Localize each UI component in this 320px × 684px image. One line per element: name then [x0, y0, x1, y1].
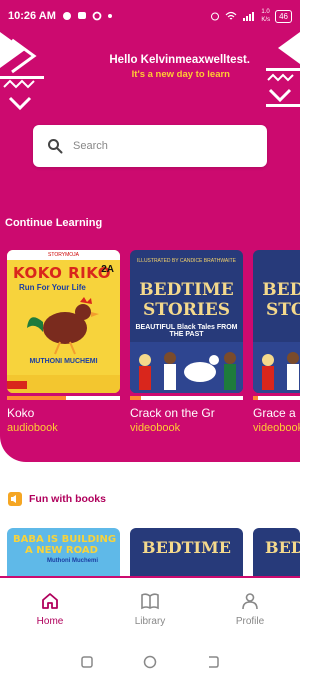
home-icon [42, 593, 58, 609]
alarm-icon [211, 12, 220, 21]
tribal-pattern-left-icon [0, 32, 44, 111]
library-icon [141, 593, 159, 610]
notification-icons [62, 11, 113, 21]
book-cover-bedtime-2[interactable]: BEDTIME STORIES [253, 250, 300, 393]
cover-author: Muthoni Muchemi [47, 558, 98, 564]
progress-fill [130, 396, 142, 400]
cover-subtitle: BEAUTIFUL Black Tales FROM THE PAST [135, 324, 238, 338]
cover-title-line1: BEDTIME [139, 280, 234, 300]
status-time: 10:26 AM [8, 10, 56, 22]
search-input[interactable]: Search [33, 125, 267, 167]
system-nav [0, 640, 300, 684]
home-system-icon[interactable] [143, 655, 157, 669]
wifi-icon [225, 11, 237, 20]
nav-library[interactable]: Library [100, 578, 200, 638]
cover-publisher: STORYMOJA [7, 250, 120, 260]
continue-learning-title: Continue Learning [5, 217, 103, 229]
dot-icon [107, 14, 112, 18]
book-card-grace[interactable]: BEDTIME STORIES Grace a videobook [253, 250, 300, 434]
nav-profile[interactable]: Profile [200, 578, 300, 638]
characters-illustration-icon [253, 342, 300, 393]
book-thumb-bedtime[interactable]: BEDTIME [130, 528, 243, 578]
search-placeholder: Search [73, 140, 108, 152]
book-cover-bedtime[interactable]: ILLUSTRATED BY CANDICE BRATHWAITE BEDTIM… [130, 250, 243, 393]
signal-icon [243, 12, 255, 21]
status-bar: 10:26 AM 1.0 K/s 46 [0, 0, 300, 32]
book-type: audiobook [7, 422, 58, 434]
cover-title-line1: BEDTIME [265, 538, 300, 557]
cover-title-line1: BABA IS BUILDING [13, 534, 117, 545]
message-icon [77, 12, 86, 19]
network-speed-unit: K/s [261, 17, 271, 23]
nav-home-label: Home [36, 616, 64, 627]
back-icon[interactable] [206, 655, 220, 669]
cover-title-line2: STORIES [265, 300, 300, 320]
book-thumb-baba[interactable]: BABA IS BUILDING A NEW ROAD Muthoni Much… [7, 528, 120, 578]
tribal-pattern-right-icon [266, 32, 300, 107]
cover-title-line1: BEDTIME [262, 280, 300, 300]
book-cover-koko[interactable]: STORYMOJA KOKO RIKO 2A Run For Your Life… [7, 250, 120, 393]
cover-level: 2A [101, 264, 114, 275]
speaker-icon [8, 492, 22, 506]
hero-header: Hello Kelvinmeaxwelltest. It's a new day… [0, 32, 300, 462]
network-speed: 1.0 K/s [261, 8, 270, 24]
progress-fill [253, 396, 258, 400]
progress-bar [253, 396, 300, 400]
q-icon [92, 11, 102, 21]
progress-fill [7, 396, 66, 400]
fun-section-header: Fun with books [8, 492, 106, 506]
book-title: Crack on the Gr [130, 406, 215, 420]
cover-author: MUTHONI MUCHEMI [29, 358, 98, 365]
book-type: videobook [130, 422, 181, 434]
network-speed-value: 1.0 [261, 9, 270, 15]
cover-top-text: ILLUSTRATED BY CANDICE BRATHWAITE [137, 258, 236, 264]
cover-title-line1: BEDTIME [142, 538, 231, 557]
cover-title: KOKO RIKO [13, 264, 111, 282]
search-icon [48, 139, 63, 154]
progress-bar [7, 396, 120, 400]
book-title: Grace a [253, 406, 296, 420]
cover-subtitle: Run For Your Life [19, 283, 86, 292]
greeting-tagline: It's a new day to learn [131, 69, 230, 80]
bottom-strip-icon [7, 375, 120, 393]
book-type: videobook [253, 422, 300, 434]
book-thumb-bedtime-2[interactable]: BEDTIME [253, 528, 300, 578]
nav-home[interactable]: Home [0, 578, 100, 638]
greeting: Hello Kelvinmeaxwelltest. It's a new day… [60, 54, 250, 80]
bottom-nav: Home Library Profile [0, 576, 300, 638]
cover-title-line2: STORIES [142, 300, 231, 320]
chat-icon [62, 12, 71, 20]
rooster-illustration-icon [27, 297, 99, 355]
book-card-crack[interactable]: ILLUSTRATED BY CANDICE BRATHWAITE BEDTIM… [130, 250, 243, 434]
characters-illustration-icon [130, 342, 243, 393]
nav-profile-label: Profile [235, 616, 265, 627]
book-title: Koko [7, 406, 35, 420]
status-right: 1.0 K/s 46 [210, 8, 292, 24]
progress-bar [130, 396, 243, 400]
nav-library-label: Library [134, 616, 166, 627]
greeting-title: Hello Kelvinmeaxwelltest. [109, 54, 250, 66]
book-card-koko[interactable]: STORYMOJA KOKO RIKO 2A Run For Your Life… [7, 250, 120, 434]
battery-icon: 46 [275, 9, 292, 23]
cover-title-line2: A NEW ROAD [25, 545, 98, 556]
recents-icon[interactable] [80, 655, 94, 669]
fun-section-title: Fun with books [29, 493, 106, 505]
profile-icon [242, 593, 258, 610]
